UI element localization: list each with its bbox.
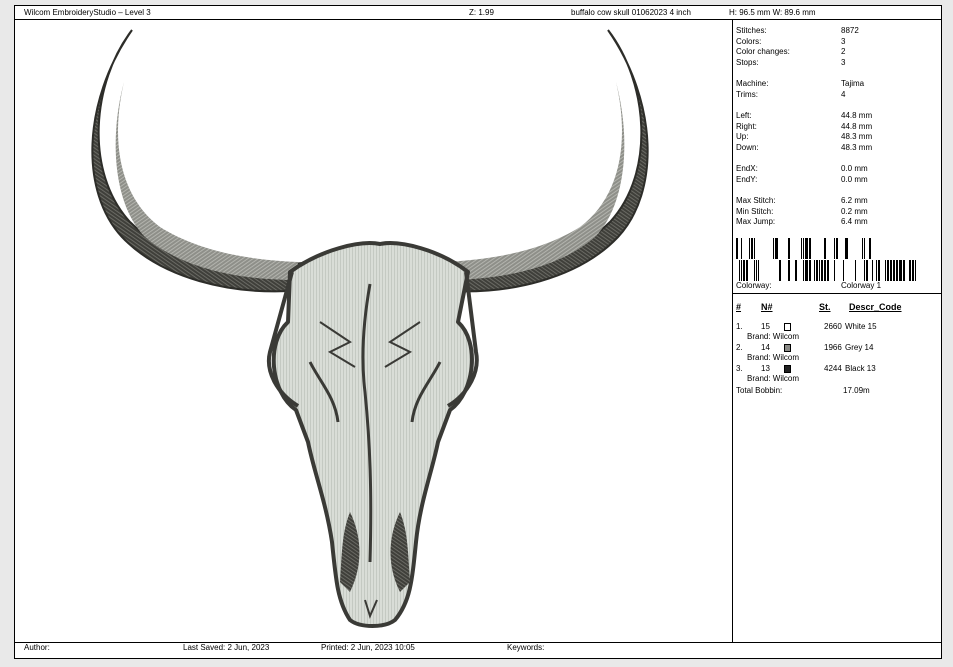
stat-label: Right: xyxy=(736,121,757,131)
right-horn xyxy=(428,29,649,293)
stat-value: 8872 xyxy=(841,26,859,35)
thread-stitches: 1966 xyxy=(824,343,842,352)
stat-label: Stitches: xyxy=(736,26,767,35)
thread-needle: 14 xyxy=(761,343,770,352)
thread-stitches: 4244 xyxy=(824,364,842,373)
thread-description: White 15 xyxy=(845,322,877,331)
info-panel-divider xyxy=(732,20,733,642)
stat-value: 44.8 mm xyxy=(841,121,873,131)
total-bobbin-value: 17.09m xyxy=(843,386,870,395)
stat-value: 6.2 mm xyxy=(841,196,868,205)
thread-needle: 15 xyxy=(761,322,770,331)
thread-description: Grey 14 xyxy=(845,343,874,352)
design-barcode xyxy=(736,238,916,281)
stat-value: 4 xyxy=(841,89,846,99)
stat-value: 44.8 mm xyxy=(841,111,873,120)
colorway-value: Colorway 1 xyxy=(841,281,882,290)
thread-description: Black 13 xyxy=(845,364,876,373)
footer-divider xyxy=(15,642,941,643)
thread-brand: Brand: Wilcom xyxy=(747,332,800,341)
stat-value: 3 xyxy=(841,36,846,46)
colorway-label: Colorway: xyxy=(736,281,772,290)
stat-label: Color changes: xyxy=(736,47,790,56)
stat-value: 0.2 mm xyxy=(841,206,868,216)
stat-label: Colors: xyxy=(736,36,762,46)
stat-label: Down: xyxy=(736,142,759,152)
design-name: buffalo cow skull 01062023 4 inch xyxy=(571,8,691,17)
thread-color-swatch xyxy=(784,323,791,331)
stat-value: 48.3 mm xyxy=(841,142,873,152)
design-size: H: 96.5 mm W: 89.6 mm xyxy=(729,8,816,17)
total-bobbin-label: Total Bobbin: xyxy=(736,386,783,395)
stat-label: Machine: xyxy=(736,79,769,88)
skull xyxy=(266,241,479,628)
thread-brand: Brand: Wilcom xyxy=(747,353,800,362)
col-header-description: Descr_Code xyxy=(849,302,902,312)
stat-label: EndX: xyxy=(736,164,758,173)
thread-index: 2. xyxy=(736,343,743,352)
stat-label: Up: xyxy=(736,132,749,141)
thread-stitches: 2660 xyxy=(824,322,842,331)
thread-brand: Brand: Wilcom xyxy=(747,374,800,383)
stat-value: 3 xyxy=(841,57,846,67)
design-preview xyxy=(91,29,649,628)
stat-value: 0.0 mm xyxy=(841,164,868,173)
thread-color-swatch xyxy=(784,344,791,352)
stat-value: 2 xyxy=(841,47,846,56)
author-label: Author: xyxy=(24,643,50,652)
stat-label: Max Stitch: xyxy=(736,196,776,205)
thread-index: 1. xyxy=(736,322,743,331)
thread-index: 3. xyxy=(736,364,743,373)
stat-value: 0.0 mm xyxy=(841,174,868,184)
stat-label: Stops: xyxy=(736,57,759,67)
app-title: Wilcom EmbroideryStudio – Level 3 xyxy=(24,8,151,17)
header-divider xyxy=(15,19,941,20)
col-header-stitches: St. xyxy=(819,302,831,312)
stat-label: Trims: xyxy=(736,89,758,99)
left-horn xyxy=(91,29,312,293)
stat-value: 48.3 mm xyxy=(841,132,873,141)
printed-date: Printed: 2 Jun, 2023 10:05 xyxy=(321,643,415,652)
thread-needle: 13 xyxy=(761,364,770,373)
col-header-index: # xyxy=(736,302,742,312)
stat-label: EndY: xyxy=(736,174,758,184)
keywords-label: Keywords: xyxy=(507,643,545,652)
colorway-divider xyxy=(733,293,941,294)
zoom-level: Z: 1.99 xyxy=(469,8,494,17)
thread-color-swatch xyxy=(784,365,791,373)
col-header-needle: N# xyxy=(761,302,773,312)
stat-label: Max Jump: xyxy=(736,217,776,226)
stat-value: Tajima xyxy=(841,79,865,88)
last-saved: Last Saved: 2 Jun, 2023 xyxy=(183,643,270,652)
stat-label: Min Stitch: xyxy=(736,206,774,216)
stat-value: 6.4 mm xyxy=(841,217,868,226)
stat-label: Left: xyxy=(736,111,752,120)
